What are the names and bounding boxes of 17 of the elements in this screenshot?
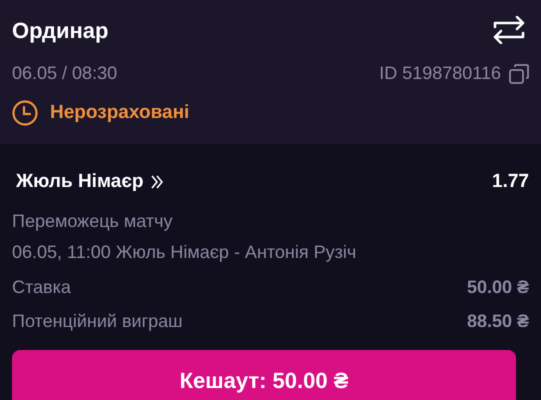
bet-type-title: Ординар (12, 16, 108, 45)
row-label: Ставка (12, 276, 71, 298)
swap-arrows-icon[interactable] (493, 16, 525, 44)
double-chevron-icon[interactable] (151, 174, 164, 189)
odds: 1.77 (492, 170, 529, 194)
bet-date: 06.05 / 08:30 (12, 62, 118, 85)
bet-id: ID 5198780116 (379, 62, 501, 85)
cashout-button[interactable]: Кешаут: 50.00 ₴ (12, 350, 516, 400)
bet-status: Нерозраховані (50, 101, 190, 125)
market-name: Переможець матчу (12, 210, 174, 233)
copy-icon[interactable] (509, 64, 529, 84)
row-value: 88.50 ₴ (466, 310, 529, 332)
row-value: 50.00 ₴ (466, 276, 529, 298)
event-info: 06.05, 11:00 Жюль Німаєр - Антонія Рузіч (12, 241, 358, 264)
clock-icon (12, 100, 38, 126)
row-label: Потенційний виграш (12, 310, 183, 333)
selection-name: Жюль Німаєр (16, 170, 144, 194)
